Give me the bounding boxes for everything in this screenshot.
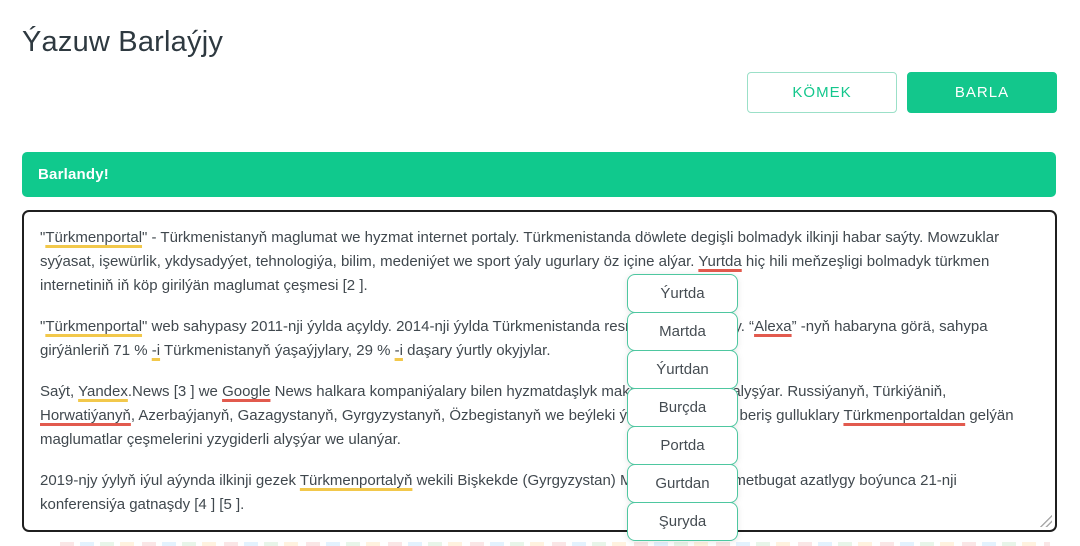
editor-content: "Türkmenportal" - Türkmenistanyň magluma… (40, 226, 1039, 517)
paragraph: "Türkmenportal" web sahypasy 2011-nji ýy… (40, 315, 1039, 363)
success-banner-text: Barlandy! (38, 166, 109, 183)
paragraph: 2019-njy ýylyň iýul aýynda ilkinji gezek… (40, 469, 1039, 517)
paragraph: Saýt, Yandex.News [3 ] we Google News ha… (40, 380, 1039, 452)
suggestion-item[interactable]: Şuryda (627, 502, 738, 541)
misspelled-word[interactable]: Alexa (754, 318, 792, 335)
resize-handle-icon[interactable] (1040, 515, 1052, 527)
page: Ýazuw Barlaýjy KÖMEK BARLA Barlandy! Акт… (0, 0, 1080, 546)
text-segment: Saýt, (40, 383, 79, 400)
help-button[interactable]: KÖMEK (747, 72, 897, 113)
page-title: Ýazuw Barlaýjy (22, 26, 224, 58)
text-editor[interactable]: Активация Windows Чтобы активировать Win… (22, 210, 1057, 532)
text-segment: Türkmenistanyň ýaşaýjylary, 29 % (160, 342, 395, 359)
misspelled-word[interactable]: -i (395, 342, 403, 359)
action-buttons: KÖMEK BARLA (747, 72, 1057, 113)
paragraph: "Türkmenportal" - Türkmenistanyň magluma… (40, 226, 1039, 298)
suggestion-item[interactable]: Burçda (627, 388, 738, 427)
suggestion-dropdown: Ýurtda Martda Ýurtdan Burçda Portda Gurtdan Şu… (627, 274, 738, 541)
misspelled-word[interactable]: Türkmenportalyň (300, 472, 413, 489)
misspelled-word[interactable]: Türkmenportal (45, 229, 142, 246)
misspelled-word[interactable]: Horwatiýanyň (40, 407, 131, 424)
success-banner: Barlandy! (22, 152, 1056, 197)
suggestion-item[interactable]: Portda (627, 426, 738, 465)
suggestion-item[interactable]: Ýurtda (627, 274, 738, 313)
cutoff-content-strip (60, 542, 1050, 546)
misspelled-word[interactable]: Türkmenportal (45, 318, 142, 335)
misspelled-word[interactable]: Google (222, 383, 270, 400)
check-button[interactable]: BARLA (907, 72, 1057, 113)
text-segment: 2019-njy ýylyň iýul aýynda ilkinji gezek (40, 472, 300, 489)
suggestion-item[interactable]: Martda (627, 312, 738, 351)
misspelled-word[interactable]: -i (152, 342, 160, 359)
text-segment: News halkara kompaniýalary bilen hyzmatd… (270, 383, 947, 400)
misspelled-word[interactable]: Yurtda (698, 253, 741, 270)
text-segment: .News [3 ] we (127, 383, 223, 400)
suggestion-item[interactable]: Gurtdan (627, 464, 738, 503)
misspelled-word[interactable]: Türkmenportaldan (843, 407, 965, 424)
suggestion-item[interactable]: Ýurtdan (627, 350, 738, 389)
misspelled-word[interactable]: Yandex (78, 383, 128, 400)
text-segment: daşary ýurtly okyjylar. (402, 342, 551, 359)
